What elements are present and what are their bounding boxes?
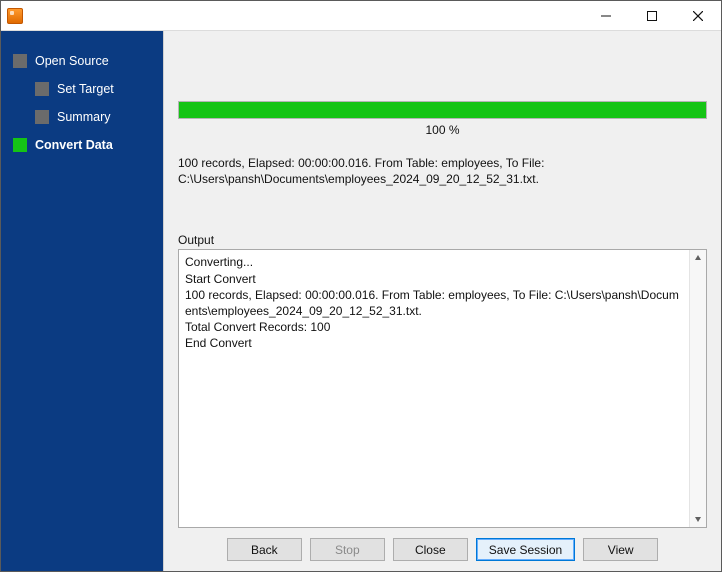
sidebar-item-summary[interactable]: Summary [1,107,163,127]
sidebar-item-label: Convert Data [35,138,113,152]
app-window: Open Source Set Target Summary Convert D… [0,0,722,572]
back-button[interactable]: Back [227,538,302,561]
sidebar-item-open-source[interactable]: Open Source [1,51,163,71]
scroll-down-icon [694,515,702,523]
minimize-button[interactable] [583,1,629,30]
view-button[interactable]: View [583,538,658,561]
summary-line: 100 records, Elapsed: 00:00:00.016. From… [178,155,707,171]
stop-button[interactable]: Stop [310,538,385,561]
output-line: End Convert [185,335,700,351]
titlebar [1,1,721,31]
sidebar-item-label: Summary [57,110,110,124]
progress-bar [178,101,707,119]
save-session-button[interactable]: Save Session [476,538,575,561]
sidebar-item-label: Open Source [35,54,109,68]
output-label: Output [178,233,707,247]
content: Open Source Set Target Summary Convert D… [1,31,721,571]
app-icon [7,8,23,24]
titlebar-left [1,8,23,24]
sidebar-item-label: Set Target [57,82,114,96]
sidebar-item-set-target[interactable]: Set Target [1,79,163,99]
button-row: Back Stop Close Save Session View [178,538,707,561]
step-marker-icon [13,54,27,68]
step-marker-icon [35,82,49,96]
output-line: Total Convert Records: 100 [185,319,700,335]
close-action-button[interactable]: Close [393,538,468,561]
progress-percent-label: 100 % [178,123,707,137]
titlebar-controls [583,1,721,30]
maximize-button[interactable] [629,1,675,30]
output-line: 100 records, Elapsed: 00:00:00.016. From… [185,287,700,319]
output-line: Start Convert [185,271,700,287]
summary-text: 100 records, Elapsed: 00:00:00.016. From… [178,155,707,187]
progress-bar-fill [179,102,706,118]
sidebar: Open Source Set Target Summary Convert D… [1,31,163,571]
main-panel: 100 % 100 records, Elapsed: 00:00:00.016… [163,31,721,571]
output-line: Converting... [185,254,700,270]
sidebar-item-convert-data[interactable]: Convert Data [1,135,163,155]
close-button[interactable] [675,1,721,30]
output-log[interactable]: Converting... Start Convert 100 records,… [178,249,707,528]
step-marker-icon [35,110,49,124]
progress-section: 100 % [178,101,707,137]
step-marker-icon [13,138,27,152]
summary-line: C:\Users\pansh\Documents\employees_2024_… [178,171,707,187]
